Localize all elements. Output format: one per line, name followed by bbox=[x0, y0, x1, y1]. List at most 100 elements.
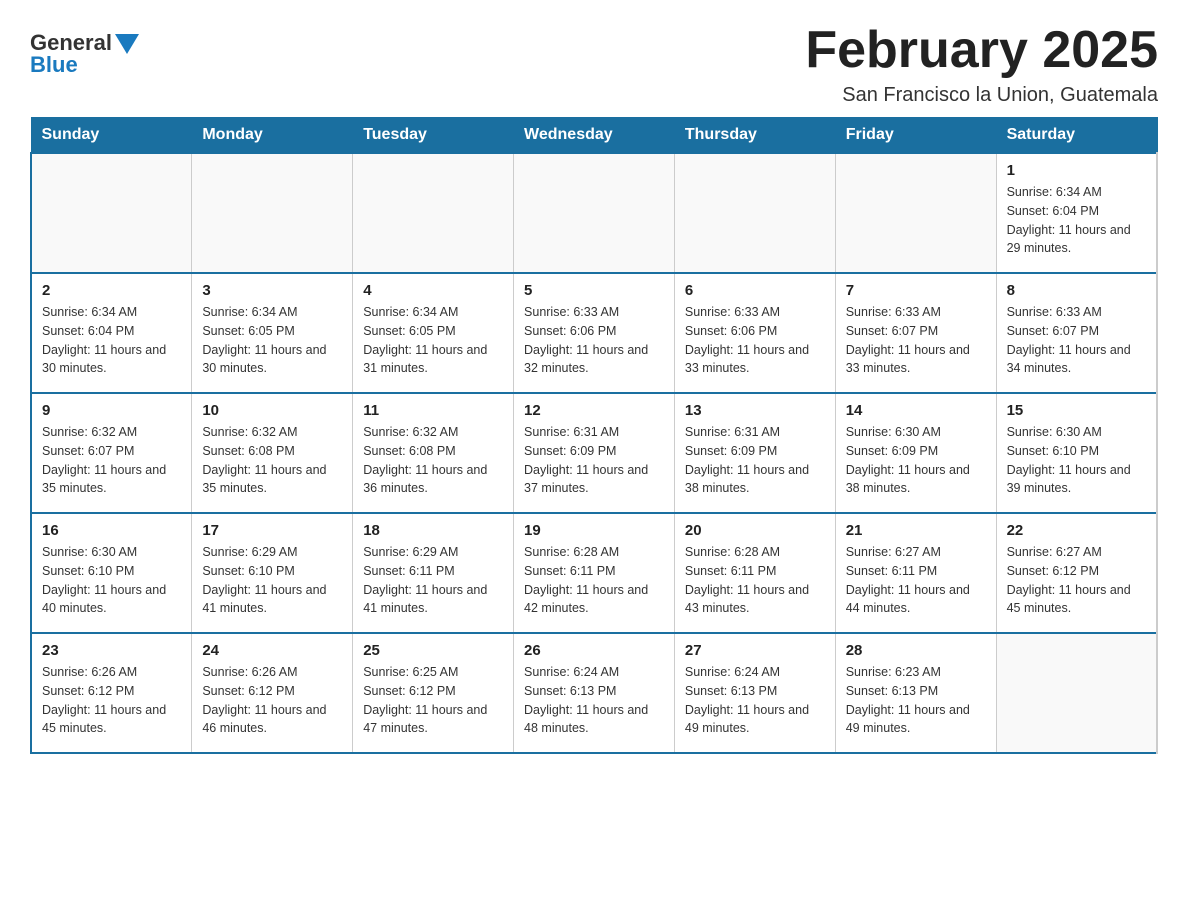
calendar-day-cell bbox=[514, 153, 675, 273]
day-info: Sunrise: 6:29 AMSunset: 6:10 PMDaylight:… bbox=[202, 543, 342, 618]
day-info: Sunrise: 6:26 AMSunset: 6:12 PMDaylight:… bbox=[202, 663, 342, 738]
calendar-day-cell: 4 Sunrise: 6:34 AMSunset: 6:05 PMDaylight… bbox=[353, 273, 514, 393]
day-number: 22 bbox=[1007, 522, 1146, 539]
calendar-body: 1 Sunrise: 6:34 AMSunset: 6:04 PMDaylight… bbox=[31, 153, 1157, 753]
calendar-day-cell: 22 Sunrise: 6:27 AMSunset: 6:12 PMDayligh… bbox=[996, 513, 1157, 633]
day-number: 23 bbox=[42, 642, 181, 659]
day-info: Sunrise: 6:34 AMSunset: 6:05 PMDaylight:… bbox=[363, 303, 503, 378]
day-info: Sunrise: 6:29 AMSunset: 6:11 PMDaylight:… bbox=[363, 543, 503, 618]
day-info: Sunrise: 6:30 AMSunset: 6:09 PMDaylight:… bbox=[846, 423, 986, 498]
calendar-week-row: 2 Sunrise: 6:34 AMSunset: 6:04 PMDaylight… bbox=[31, 273, 1157, 393]
month-title: February 2025 bbox=[805, 20, 1158, 80]
calendar-day-cell: 19 Sunrise: 6:28 AMSunset: 6:11 PMDayligh… bbox=[514, 513, 675, 633]
day-info: Sunrise: 6:34 AMSunset: 6:04 PMDaylight:… bbox=[42, 303, 181, 378]
calendar-day-cell bbox=[835, 153, 996, 273]
day-number: 14 bbox=[846, 402, 986, 419]
calendar-day-header: Tuesday bbox=[353, 118, 514, 154]
day-info: Sunrise: 6:28 AMSunset: 6:11 PMDaylight:… bbox=[524, 543, 664, 618]
calendar-day-cell bbox=[353, 153, 514, 273]
calendar-table: SundayMondayTuesdayWednesdayThursdayFrid… bbox=[30, 117, 1158, 754]
calendar-day-cell: 6 Sunrise: 6:33 AMSunset: 6:06 PMDaylight… bbox=[674, 273, 835, 393]
day-number: 28 bbox=[846, 642, 986, 659]
calendar-day-cell: 13 Sunrise: 6:31 AMSunset: 6:09 PMDayligh… bbox=[674, 393, 835, 513]
day-info: Sunrise: 6:27 AMSunset: 6:11 PMDaylight:… bbox=[846, 543, 986, 618]
day-info: Sunrise: 6:33 AMSunset: 6:06 PMDaylight:… bbox=[685, 303, 825, 378]
calendar-day-cell: 18 Sunrise: 6:29 AMSunset: 6:11 PMDayligh… bbox=[353, 513, 514, 633]
day-info: Sunrise: 6:32 AMSunset: 6:08 PMDaylight:… bbox=[363, 423, 503, 498]
day-info: Sunrise: 6:33 AMSunset: 6:07 PMDaylight:… bbox=[1007, 303, 1146, 378]
calendar-day-cell: 11 Sunrise: 6:32 AMSunset: 6:08 PMDayligh… bbox=[353, 393, 514, 513]
day-number: 26 bbox=[524, 642, 664, 659]
logo-triangle-icon bbox=[115, 34, 139, 54]
calendar-day-header: Monday bbox=[192, 118, 353, 154]
calendar-day-header: Sunday bbox=[31, 118, 192, 154]
calendar-day-cell: 24 Sunrise: 6:26 AMSunset: 6:12 PMDayligh… bbox=[192, 633, 353, 753]
day-info: Sunrise: 6:30 AMSunset: 6:10 PMDaylight:… bbox=[1007, 423, 1146, 498]
day-info: Sunrise: 6:27 AMSunset: 6:12 PMDaylight:… bbox=[1007, 543, 1146, 618]
calendar-week-row: 1 Sunrise: 6:34 AMSunset: 6:04 PMDaylight… bbox=[31, 153, 1157, 273]
calendar-day-cell: 20Sunrise: 6:28 AMSunset: 6:11 PMDayligh… bbox=[674, 513, 835, 633]
day-number: 12 bbox=[524, 402, 664, 419]
day-info: Sunrise: 6:25 AMSunset: 6:12 PMDaylight:… bbox=[363, 663, 503, 738]
day-info: Sunrise: 6:31 AMSunset: 6:09 PMDaylight:… bbox=[685, 423, 825, 498]
day-number: 13 bbox=[685, 402, 825, 419]
day-info: Sunrise: 6:33 AMSunset: 6:06 PMDaylight:… bbox=[524, 303, 664, 378]
calendar-day-cell: 25Sunrise: 6:25 AMSunset: 6:12 PMDayligh… bbox=[353, 633, 514, 753]
day-info: Sunrise: 6:34 AMSunset: 6:05 PMDaylight:… bbox=[202, 303, 342, 378]
calendar-day-header: Wednesday bbox=[514, 118, 675, 154]
day-number: 4 bbox=[363, 282, 503, 299]
calendar-day-cell: 7 Sunrise: 6:33 AMSunset: 6:07 PMDaylight… bbox=[835, 273, 996, 393]
calendar-day-cell: 17Sunrise: 6:29 AMSunset: 6:10 PMDayligh… bbox=[192, 513, 353, 633]
day-number: 19 bbox=[524, 522, 664, 539]
day-number: 2 bbox=[42, 282, 181, 299]
day-info: Sunrise: 6:24 AMSunset: 6:13 PMDaylight:… bbox=[524, 663, 664, 738]
calendar-header-row: SundayMondayTuesdayWednesdayThursdayFrid… bbox=[31, 118, 1157, 154]
day-info: Sunrise: 6:32 AMSunset: 6:07 PMDaylight:… bbox=[42, 423, 181, 498]
day-number: 20 bbox=[685, 522, 825, 539]
calendar-week-row: 16 Sunrise: 6:30 AMSunset: 6:10 PMDayligh… bbox=[31, 513, 1157, 633]
calendar-day-cell bbox=[192, 153, 353, 273]
page-header: General Blue February 2025 San Francisco… bbox=[30, 20, 1158, 107]
calendar-day-cell bbox=[996, 633, 1157, 753]
day-number: 27 bbox=[685, 642, 825, 659]
day-info: Sunrise: 6:30 AMSunset: 6:10 PMDaylight:… bbox=[42, 543, 181, 618]
calendar-day-cell: 21 Sunrise: 6:27 AMSunset: 6:11 PMDayligh… bbox=[835, 513, 996, 633]
calendar-day-cell: 8Sunrise: 6:33 AMSunset: 6:07 PMDaylight… bbox=[996, 273, 1157, 393]
day-number: 24 bbox=[202, 642, 342, 659]
location-subtitle: San Francisco la Union, Guatemala bbox=[805, 84, 1158, 107]
day-number: 1 bbox=[1007, 162, 1146, 179]
day-number: 16 bbox=[42, 522, 181, 539]
calendar-day-cell: 2 Sunrise: 6:34 AMSunset: 6:04 PMDaylight… bbox=[31, 273, 192, 393]
calendar-day-cell: 28Sunrise: 6:23 AMSunset: 6:13 PMDayligh… bbox=[835, 633, 996, 753]
calendar-day-cell: 5 Sunrise: 6:33 AMSunset: 6:06 PMDaylight… bbox=[514, 273, 675, 393]
calendar-day-cell: 12 Sunrise: 6:31 AMSunset: 6:09 PMDayligh… bbox=[514, 393, 675, 513]
title-section: February 2025 San Francisco la Union, Gu… bbox=[805, 20, 1158, 107]
day-number: 6 bbox=[685, 282, 825, 299]
calendar-header: SundayMondayTuesdayWednesdayThursdayFrid… bbox=[31, 118, 1157, 154]
calendar-day-cell: 15 Sunrise: 6:30 AMSunset: 6:10 PMDayligh… bbox=[996, 393, 1157, 513]
day-number: 18 bbox=[363, 522, 503, 539]
calendar-day-cell: 1 Sunrise: 6:34 AMSunset: 6:04 PMDaylight… bbox=[996, 153, 1157, 273]
day-number: 21 bbox=[846, 522, 986, 539]
calendar-day-header: Thursday bbox=[674, 118, 835, 154]
logo-blue-text: Blue bbox=[30, 52, 78, 78]
calendar-day-cell: 16 Sunrise: 6:30 AMSunset: 6:10 PMDayligh… bbox=[31, 513, 192, 633]
day-number: 7 bbox=[846, 282, 986, 299]
calendar-day-header: Friday bbox=[835, 118, 996, 154]
calendar-day-cell: 23Sunrise: 6:26 AMSunset: 6:12 PMDayligh… bbox=[31, 633, 192, 753]
day-info: Sunrise: 6:31 AMSunset: 6:09 PMDaylight:… bbox=[524, 423, 664, 498]
day-number: 15 bbox=[1007, 402, 1146, 419]
day-number: 10 bbox=[202, 402, 342, 419]
day-number: 5 bbox=[524, 282, 664, 299]
day-number: 9 bbox=[42, 402, 181, 419]
calendar-day-cell: 26 Sunrise: 6:24 AMSunset: 6:13 PMDayligh… bbox=[514, 633, 675, 753]
calendar-day-cell: 9 Sunrise: 6:32 AMSunset: 6:07 PMDaylight… bbox=[31, 393, 192, 513]
day-info: Sunrise: 6:32 AMSunset: 6:08 PMDaylight:… bbox=[202, 423, 342, 498]
calendar-day-cell: 3Sunrise: 6:34 AMSunset: 6:05 PMDaylight… bbox=[192, 273, 353, 393]
day-info: Sunrise: 6:34 AMSunset: 6:04 PMDaylight:… bbox=[1007, 183, 1146, 258]
calendar-day-cell bbox=[31, 153, 192, 273]
logo: General Blue bbox=[30, 20, 139, 78]
day-number: 11 bbox=[363, 402, 503, 419]
day-info: Sunrise: 6:24 AMSunset: 6:13 PMDaylight:… bbox=[685, 663, 825, 738]
day-info: Sunrise: 6:33 AMSunset: 6:07 PMDaylight:… bbox=[846, 303, 986, 378]
